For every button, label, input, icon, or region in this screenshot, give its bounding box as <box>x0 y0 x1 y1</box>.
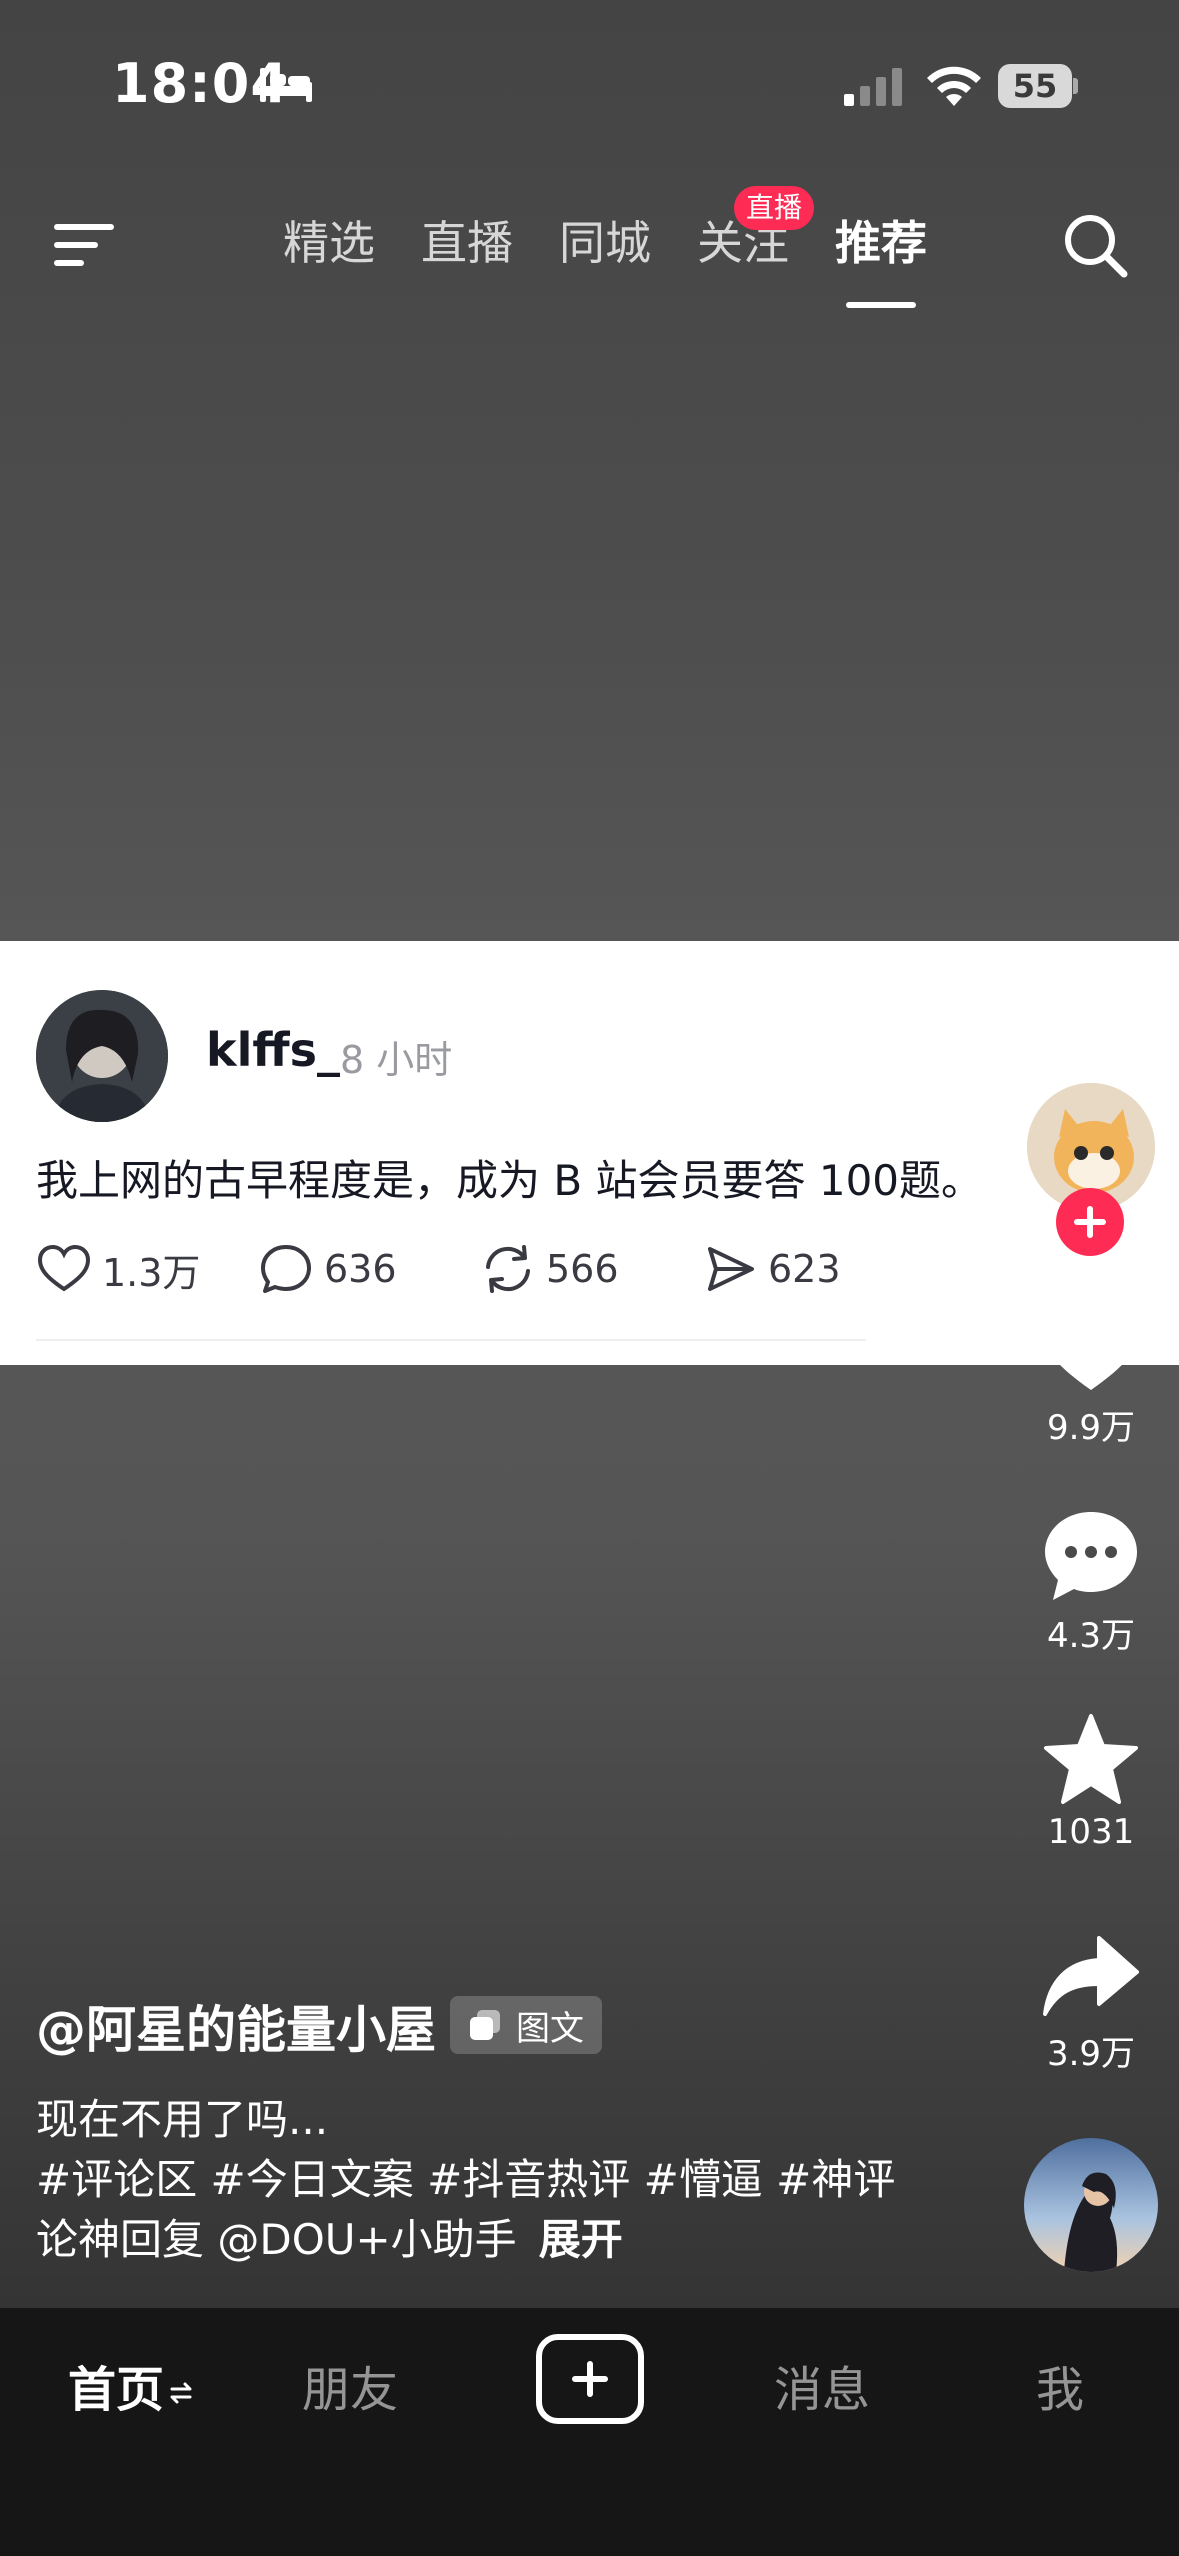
post-like-count: 1.3万 <box>102 1250 201 1295</box>
switch-arrows-icon <box>170 2382 192 2404</box>
post-time: 8 小时 <box>340 1038 453 1082</box>
description-line-1: 现在不用了吗... <box>36 2095 329 2144</box>
search-icon[interactable] <box>1060 210 1130 280</box>
send-icon <box>708 1247 754 1291</box>
post-stats: 1.3万 636 566 623 <box>36 1241 924 1297</box>
post-repost-stat[interactable]: 566 <box>480 1241 702 1297</box>
tab-friends[interactable]: 朋友 <box>302 2350 398 2420</box>
cellular-signal-icon <box>844 68 902 106</box>
favorite-count: 1031 <box>1047 1812 1135 1852</box>
post-author-avatar[interactable] <box>36 990 168 1122</box>
battery-level: 55 <box>1012 67 1058 105</box>
top-tabs: 精选 直播 同城 关注 直播 推荐 <box>260 186 950 308</box>
bed-icon <box>260 68 312 102</box>
tab-featured[interactable]: 精选 <box>260 208 398 278</box>
tab-live[interactable]: 直播 <box>398 208 536 278</box>
comment-icon <box>1045 1512 1137 1600</box>
plus-icon <box>1074 1206 1106 1238</box>
post-text: 我上网的古早程度是，成为 B 站会员要答 100题。 <box>36 1156 984 1205</box>
favorite-button[interactable]: 1031 <box>1011 1712 1171 1852</box>
post-like-stat[interactable]: 1.3万 <box>36 1241 258 1297</box>
live-badge: 直播 <box>734 186 815 230</box>
create-button[interactable] <box>536 2334 644 2424</box>
share-count: 3.9万 <box>1046 2034 1136 2074</box>
post-share-count: 623 <box>768 1247 841 1291</box>
video-author[interactable]: @阿星的能量小屋 <box>36 1990 436 2062</box>
tab-messages[interactable]: 消息 <box>774 2350 870 2420</box>
active-tab-indicator <box>846 302 916 308</box>
follow-plus-button[interactable] <box>1056 1188 1124 1256</box>
divider <box>36 1339 866 1341</box>
heart-icon <box>1043 1304 1139 1390</box>
hamburger-menu-icon[interactable] <box>52 220 116 270</box>
tab-recommended[interactable]: 推荐 <box>812 208 950 308</box>
post-card[interactable]: klffs_ 8 小时 我上网的古早程度是，成为 B 站会员要答 100题。 1… <box>0 941 1179 1365</box>
image-post-badge: 图文 <box>450 1996 602 2054</box>
like-button[interactable]: 9.9万 <box>1011 1300 1171 1449</box>
expand-link[interactable]: 展开 <box>539 2215 623 2264</box>
comment-outline-icon <box>261 1245 311 1293</box>
tab-home-label: 首页 <box>68 2362 165 2418</box>
post-share-stat[interactable]: 623 <box>702 1241 924 1297</box>
wifi-icon <box>927 66 981 106</box>
post-username[interactable]: klffs_ <box>206 1023 340 1077</box>
tab-home[interactable]: 首页 <box>68 2350 194 2420</box>
share-button[interactable]: 3.9万 <box>1011 1932 1171 2075</box>
repost-icon <box>486 1245 530 1293</box>
comment-count: 4.3万 <box>1046 1616 1136 1656</box>
description-line-3[interactable]: 论神回复 @DOU+小助手 <box>36 2215 517 2264</box>
music-disc[interactable] <box>1024 2138 1158 2272</box>
comment-button[interactable]: 4.3万 <box>1011 1508 1171 1657</box>
share-arrow-icon <box>1043 1936 1139 2016</box>
image-stack-icon <box>470 2010 500 2040</box>
video-description: 现在不用了吗... #评论区 #今日文案 #抖音热评 #懵逼 #神评 论神回复 … <box>36 2090 895 2270</box>
image-post-label: 图文 <box>516 2008 584 2049</box>
tab-recommended-label: 推荐 <box>835 216 927 270</box>
star-icon <box>1044 1714 1138 1804</box>
plus-icon <box>572 2361 608 2397</box>
post-comment-count: 636 <box>324 1247 397 1291</box>
tab-me[interactable]: 我 <box>1036 2350 1084 2420</box>
like-count: 9.9万 <box>1046 1408 1136 1448</box>
bottom-tab-bar: 首页 朋友 消息 我 <box>0 2308 1179 2556</box>
tab-following[interactable]: 关注 直播 <box>674 186 815 278</box>
tab-nearby[interactable]: 同城 <box>536 208 674 278</box>
battery-icon: 55 <box>998 64 1078 108</box>
hashtag-line[interactable]: #评论区 #今日文案 #抖音热评 #懵逼 #神评 <box>36 2150 895 2210</box>
post-repost-count: 566 <box>546 1247 619 1291</box>
post-comment-stat[interactable]: 636 <box>258 1241 480 1297</box>
heart-outline-icon <box>37 1244 91 1292</box>
